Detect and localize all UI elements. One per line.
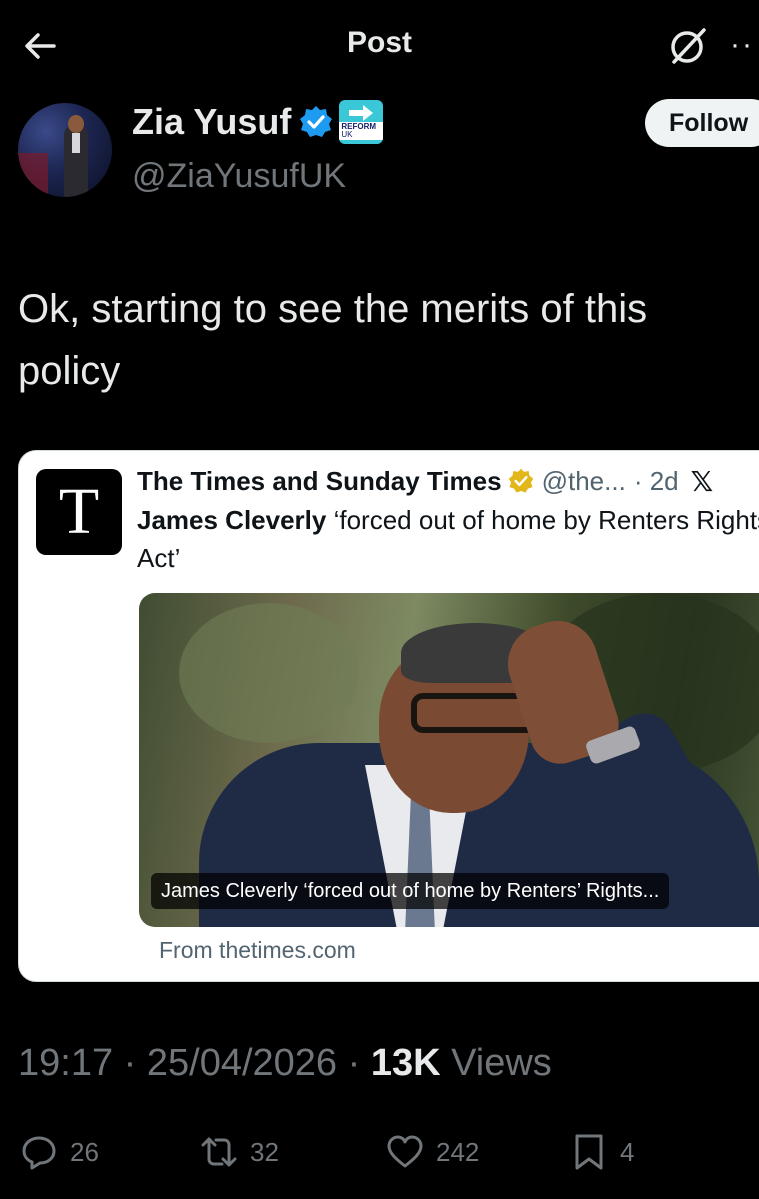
repost-icon: [201, 1137, 237, 1167]
quoted-source-row: The Times and Sunday Times @the... · 2d …: [137, 463, 759, 499]
author-name[interactable]: Zia Yusuf: [132, 101, 291, 143]
image-caption: James Cleverly ‘forced out of home by Re…: [151, 873, 670, 909]
page-title: Post: [346, 26, 412, 59]
bookmark-count: 4: [620, 1136, 635, 1167]
action-bar: 26 32 242 4: [0, 1128, 759, 1178]
reform-uk-badge-icon: REFORM UK: [339, 100, 384, 144]
bookmark-button[interactable]: 4: [570, 1128, 634, 1176]
avatar[interactable]: [18, 103, 112, 197]
follow-button[interactable]: Follow: [645, 99, 759, 147]
top-bar: Post ··: [0, 0, 759, 90]
post-date: 25/04/2026: [146, 1042, 338, 1084]
post-author: Zia Yusuf REFORM UK @ZiaYusufUK Follow: [0, 95, 759, 215]
repost-count: 32: [250, 1136, 279, 1167]
x-logo-icon: 𝕏: [690, 465, 714, 497]
reply-icon: [22, 1136, 56, 1170]
post-meta: 19:17 · 25/04/2026 · 13K Views: [18, 1042, 552, 1084]
quoted-post-age: · 2d: [633, 465, 679, 496]
verified-badge-icon: [300, 106, 333, 137]
times-logo: T: [36, 469, 122, 555]
views-count[interactable]: 13K: [371, 1042, 441, 1084]
quoted-source-handle: @the...: [541, 465, 626, 496]
quoted-headline: James Cleverly ‘forced out of home by Re…: [137, 505, 759, 573]
post-time: 19:17: [18, 1042, 114, 1084]
repost-button[interactable]: 32: [200, 1128, 279, 1176]
link-source: From thetimes.com: [159, 937, 356, 963]
quoted-post-card[interactable]: T The Times and Sunday Times @the... · 2…: [18, 450, 759, 982]
more-options-icon[interactable]: ··: [730, 30, 754, 60]
author-name-row: Zia Yusuf REFORM UK: [132, 100, 384, 144]
reply-button[interactable]: 26: [20, 1128, 99, 1176]
bookmark-icon: [575, 1134, 603, 1170]
grok-icon[interactable]: [666, 24, 710, 68]
views-label: Views: [451, 1042, 552, 1084]
post-text: Ok, starting to see the merits of this p…: [18, 287, 648, 393]
quoted-source-name: The Times and Sunday Times: [137, 465, 502, 496]
like-icon: [387, 1135, 423, 1168]
article-image[interactable]: James Cleverly ‘forced out of home by Re…: [139, 593, 759, 927]
gold-verified-icon: [508, 468, 533, 493]
author-handle[interactable]: @ZiaYusufUK: [132, 157, 346, 196]
like-button[interactable]: 242: [386, 1128, 479, 1176]
like-count: 242: [436, 1136, 480, 1167]
reply-count: 26: [70, 1136, 99, 1167]
